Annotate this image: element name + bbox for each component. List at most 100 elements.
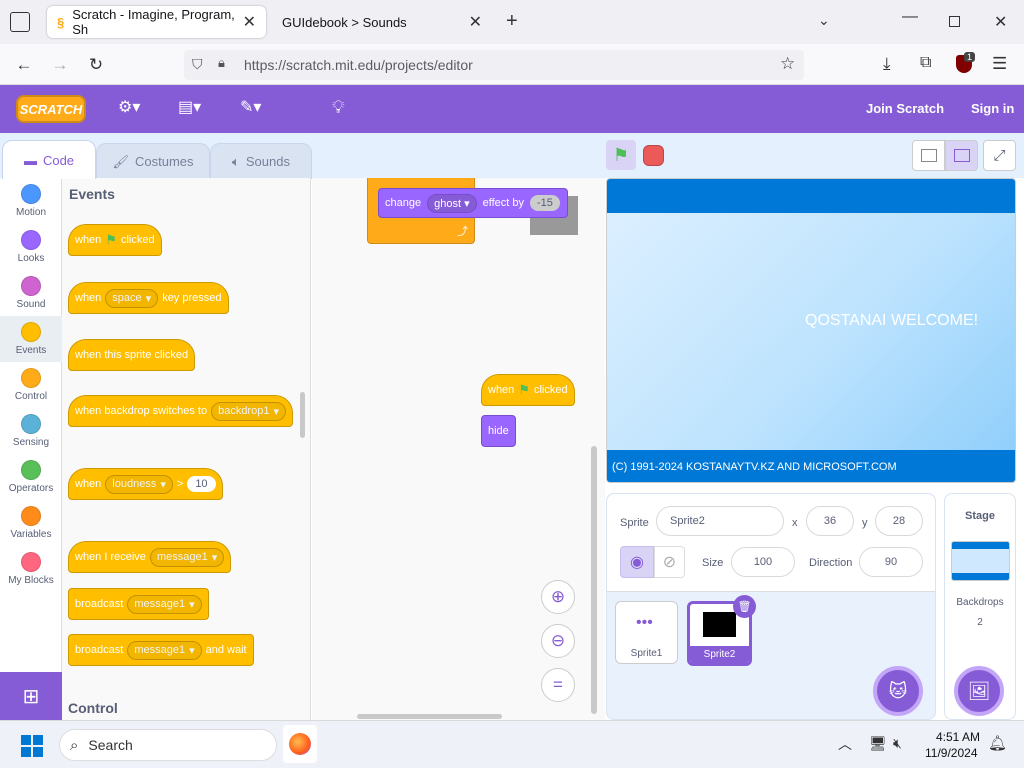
reload-icon[interactable]: ↻ [84, 53, 108, 77]
chevron-down-icon: ▾ [189, 598, 195, 611]
tab-list-icon[interactable] [10, 12, 30, 32]
tab-code[interactable]: ▬ Code [2, 140, 96, 179]
y-input[interactable]: 28 [875, 506, 923, 536]
tab-sounds[interactable]: 🔈︎ Sounds [210, 143, 312, 179]
bookmark-star-icon[interactable]: ☆ [780, 54, 795, 74]
direction-input[interactable]: 90 [859, 547, 923, 577]
loudness-dropdown[interactable]: loudness ▾ [105, 474, 173, 494]
category-events[interactable]: Events [0, 316, 62, 362]
choose-backdrop-button[interactable]: 🖼︎ [954, 666, 1004, 716]
network-icon[interactable]: 🖥︎ [869, 735, 887, 752]
category-label: Events [15, 345, 47, 356]
fullscreen-button[interactable]: ⤢ [983, 140, 1016, 171]
back-icon[interactable]: ← [12, 53, 36, 77]
edit-menu-icon[interactable]: ✎▾ [240, 97, 261, 117]
tab-scratch[interactable]: § Scratch - Imagine, Program, Sh ✕ [47, 6, 266, 38]
large-stage-button[interactable] [945, 140, 978, 171]
notifications-bell-icon[interactable]: 🔔︎ [988, 734, 1007, 752]
effect-dropdown[interactable]: ghost ▾ [427, 193, 477, 213]
tab-guidebook[interactable]: GUIdebook > Sounds ✕ [272, 6, 492, 38]
message-dropdown[interactable]: message1 ▾ [127, 640, 202, 660]
zoom-reset-button[interactable]: = [541, 668, 575, 702]
when-key-pressed-block[interactable]: when space ▾ key pressed [68, 282, 229, 314]
category-sound[interactable]: Sound [0, 270, 62, 316]
stage-footer-banner: (C) 1991-2024 KOSTANAYTV.KZ AND MICROSOF… [607, 450, 1015, 482]
broadcast-and-wait-block[interactable]: broadcast message1 ▾ and wait [68, 634, 254, 666]
add-extension-button[interactable]: ⊞ [0, 672, 62, 720]
change-effect-block[interactable]: change ghost ▾ effect by -15 [378, 188, 568, 218]
windows-taskbar: ⌕ Search ︿ 🖥︎ 🔇︎ 4:51 AM 11/9/2024 🔔︎ [0, 720, 1024, 768]
lock-icon[interactable]: 🔒︎ [218, 55, 225, 71]
category-dot [21, 276, 41, 296]
minimize-icon[interactable]: — [902, 8, 918, 26]
scratch-logo[interactable]: SCRATCH [16, 95, 86, 123]
download-icon[interactable]: ⤓ [883, 54, 891, 74]
windows-start-icon[interactable] [21, 735, 43, 757]
taskbar-search-box[interactable]: ⌕ Search [59, 729, 277, 761]
restore-icon[interactable] [949, 16, 960, 27]
new-tab-icon[interactable]: + [506, 10, 518, 33]
zoom-out-button[interactable]: ⊖ [541, 624, 575, 658]
size-input[interactable]: 100 [731, 547, 795, 577]
url-text[interactable]: https://scratch.mit.edu/projects/editor [244, 57, 473, 73]
category-motion[interactable]: Motion [0, 178, 62, 224]
horizontal-scrollbar[interactable] [357, 714, 502, 719]
clock-time[interactable]: 4:51 AM [936, 730, 980, 744]
tab-costumes[interactable]: 🖌︎ Costumes [96, 143, 210, 179]
show-sprite-button[interactable]: ◉ [620, 546, 654, 578]
sprite-thumbnail-sprite1[interactable]: ••• Sprite1 [615, 601, 678, 664]
key-dropdown[interactable]: space ▾ [105, 288, 159, 308]
when-flag-clicked-block[interactable]: when ⚑ clicked [68, 224, 162, 256]
hamburger-menu-icon[interactable]: ☰ [992, 54, 1007, 74]
close-tab-icon[interactable]: ✕ [469, 12, 482, 32]
effect-number-input[interactable]: -15 [530, 195, 560, 211]
choose-sprite-button[interactable]: 🐱︎ [873, 666, 923, 716]
sprite-name-input[interactable]: Sprite2 [656, 506, 784, 536]
stop-button[interactable] [643, 145, 664, 166]
volume-muted-icon[interactable]: 🔇︎ [893, 735, 902, 752]
when-i-receive-block[interactable]: when I receive message1 ▾ [68, 541, 232, 573]
file-menu-icon[interactable]: ▤▾ [178, 97, 201, 117]
category-looks[interactable]: Looks [0, 224, 62, 270]
tutorials-lightbulb-icon[interactable]: 💡︎ [332, 97, 345, 118]
close-tab-icon[interactable]: ✕ [243, 12, 256, 32]
zoom-in-button[interactable]: ⊕ [541, 580, 575, 614]
loudness-number-input[interactable]: 10 [187, 476, 216, 492]
palette-scrollbar[interactable] [300, 392, 305, 438]
firefox-taskbar-icon[interactable] [283, 725, 317, 763]
shield-icon[interactable]: ⛉ [192, 56, 203, 73]
sign-in-link[interactable]: Sign in [971, 101, 1014, 116]
x-input[interactable]: 36 [806, 506, 854, 536]
category-variables[interactable]: Variables [0, 500, 62, 546]
vertical-scrollbar[interactable] [591, 446, 597, 714]
hide-block[interactable]: hide [481, 415, 516, 447]
chevron-up-icon[interactable]: ︿ [838, 734, 852, 754]
script-area[interactable]: ⤴ change ghost ▾ effect by -15 when ⚑ cl… [312, 178, 605, 720]
clock-date[interactable]: 11/9/2024 [925, 746, 978, 760]
forward-icon[interactable]: → [48, 53, 72, 77]
category-sensing[interactable]: Sensing [0, 408, 62, 454]
settings-gear-icon[interactable]: ⚙▾ [118, 97, 140, 117]
small-stage-button[interactable] [912, 140, 945, 171]
when-loudness-block[interactable]: when loudness ▾ > 10 [68, 468, 223, 500]
delete-sprite-button[interactable]: 🗑︎ [733, 595, 756, 618]
category-dot [21, 184, 41, 204]
close-window-icon[interactable]: ✕ [994, 12, 1007, 32]
when-flag-clicked-script[interactable]: when ⚑ clicked [481, 374, 575, 406]
broadcast-block[interactable]: broadcast message1 ▾ [68, 588, 209, 620]
extensions-icon[interactable]: ⧉ [920, 54, 931, 72]
category-my-blocks[interactable]: My Blocks [0, 546, 62, 592]
category-control[interactable]: Control [0, 362, 62, 408]
backdrop-dropdown[interactable]: backdrop1 ▾ [211, 401, 286, 421]
join-scratch-link[interactable]: Join Scratch [866, 101, 944, 116]
green-flag-button[interactable]: ⚑ [606, 140, 636, 170]
message-dropdown[interactable]: message1 ▾ [127, 594, 202, 614]
message-dropdown[interactable]: message1 ▾ [149, 547, 225, 567]
when-sprite-clicked-block[interactable]: when this sprite clicked [68, 339, 196, 371]
category-operators[interactable]: Operators [0, 454, 62, 500]
stage-canvas[interactable]: QOSTANAI WELCOME! (C) 1991-2024 KOSTANAY… [606, 178, 1016, 483]
hide-sprite-button[interactable]: ⊘ [654, 546, 685, 578]
chevron-down-icon[interactable]: ⌄ [818, 12, 830, 29]
backdrop-thumbnail[interactable] [951, 541, 1010, 581]
when-backdrop-switches-block[interactable]: when backdrop switches to backdrop1 ▾ [68, 395, 293, 427]
